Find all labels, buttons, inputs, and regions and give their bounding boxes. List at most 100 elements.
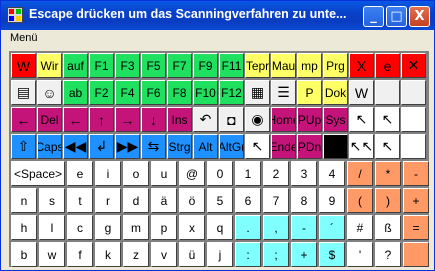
key[interactable]: Caps [37, 134, 62, 159]
key-magnifier-icon[interactable]: ◉ [245, 107, 270, 132]
key[interactable]: z [123, 242, 149, 267]
menu-item-menue[interactable]: Menü [10, 32, 38, 44]
key-cursor-icon[interactable]: ↖ [245, 134, 270, 159]
key[interactable]: PDn [297, 134, 322, 159]
key[interactable]: - [403, 161, 429, 186]
key[interactable]: n [11, 188, 37, 213]
key[interactable]: ; [263, 242, 289, 267]
key[interactable]: s [39, 188, 65, 213]
key[interactable]: 4 [319, 161, 345, 186]
key[interactable]: 5 [207, 188, 233, 213]
key[interactable]: F1 [89, 53, 114, 78]
key[interactable]: F7 [167, 53, 192, 78]
key[interactable]: Wir [37, 53, 62, 78]
key[interactable]: 0 [207, 161, 233, 186]
key[interactable]: F8 [167, 80, 192, 105]
key-undo-icon[interactable]: ↶ [193, 107, 218, 132]
key[interactable]: . [235, 215, 261, 240]
key[interactable]: v [151, 242, 177, 267]
key[interactable]: ü [179, 242, 205, 267]
key[interactable]: Del [37, 107, 62, 132]
key-blank-icon[interactable] [401, 80, 426, 105]
key-blank-icon[interactable] [401, 107, 426, 132]
key[interactable]: 6 [235, 188, 261, 213]
key[interactable]: mp [297, 53, 322, 78]
key[interactable]: F11 [219, 53, 244, 78]
key[interactable]: ä [151, 188, 177, 213]
key[interactable]: = [403, 215, 429, 240]
key[interactable]: P [297, 80, 322, 105]
key[interactable]: i [95, 161, 121, 186]
key-arrow-down-icon[interactable]: ↓ [141, 107, 166, 132]
key[interactable]: F6 [141, 80, 166, 105]
key[interactable]: ö [179, 188, 205, 213]
key[interactable]: p [151, 215, 177, 240]
key[interactable]: f [67, 242, 93, 267]
key[interactable]: $ [319, 242, 345, 267]
key[interactable]: k [95, 242, 121, 267]
key[interactable]: o [123, 161, 149, 186]
key[interactable]: j [207, 242, 233, 267]
key[interactable]: w [39, 242, 65, 267]
key-black-square-icon[interactable] [323, 134, 348, 159]
key[interactable]: x [179, 215, 205, 240]
key[interactable]: * [375, 161, 401, 186]
key[interactable]: AltGr [219, 134, 244, 159]
key[interactable]: ab [63, 80, 88, 105]
key-keyboard-icon[interactable]: ▦ [245, 80, 270, 105]
key-list-icon[interactable]: ☰ [271, 80, 296, 105]
key-cursor-icon[interactable]: ↖ [375, 107, 400, 132]
key-arrow-left-icon[interactable]: ← [11, 107, 36, 132]
key[interactable]: Prg [323, 53, 348, 78]
key-tab-icon[interactable]: ⇆ [141, 134, 166, 159]
key[interactable]: d [123, 188, 149, 213]
key[interactable]: t [67, 188, 93, 213]
key[interactable]: b [11, 242, 37, 267]
key[interactable]: l [39, 215, 65, 240]
key-blank-icon[interactable] [401, 134, 426, 159]
key[interactable]: Home [271, 107, 296, 132]
key[interactable]: Sys [323, 107, 348, 132]
key[interactable]: ) [375, 188, 401, 213]
key[interactable]: - [291, 215, 317, 240]
key[interactable]: F3 [115, 53, 140, 78]
key[interactable]: e [67, 161, 93, 186]
key[interactable]: , [263, 215, 289, 240]
key[interactable]: Ende [271, 134, 296, 159]
key[interactable]: Strg [167, 134, 192, 159]
key[interactable]: F2 [89, 80, 114, 105]
key-arrow-left-icon[interactable]: ← [63, 107, 88, 132]
key[interactable]: h [11, 215, 37, 240]
key-double-cursor-icon[interactable]: ↖↖ [349, 134, 374, 159]
key[interactable]: Dok [323, 80, 348, 105]
close-button[interactable]: X [409, 6, 430, 27]
key[interactable]: 7 [263, 188, 289, 213]
key[interactable]: ´ [319, 215, 345, 240]
key[interactable]: + [403, 188, 429, 213]
key[interactable]: Ins [167, 107, 192, 132]
key[interactable]: q [207, 215, 233, 240]
key[interactable]: Tepr [245, 53, 270, 78]
key-arrow-up-icon[interactable]: ↑ [89, 107, 114, 132]
key[interactable]: auf [63, 53, 88, 78]
key[interactable]: : [235, 242, 261, 267]
key-close-icon[interactable]: ✕ [401, 53, 426, 78]
minimize-button[interactable]: _ [363, 6, 384, 27]
key-rewind-icon[interactable]: ◀◀ [63, 134, 88, 159]
key[interactable]: + [291, 242, 317, 267]
key-blank-icon[interactable] [375, 80, 400, 105]
key-contacts-icon[interactable]: ☺ [37, 80, 62, 105]
key[interactable]: / [347, 161, 373, 186]
key-document-icon[interactable]: ▤ [11, 80, 36, 105]
key[interactable]: F4 [115, 80, 140, 105]
key[interactable]: ( [347, 188, 373, 213]
maximize-button[interactable]: □ [386, 6, 407, 27]
key-word-icon[interactable]: W [11, 53, 36, 78]
key[interactable]: 9 [319, 188, 345, 213]
key-camera-icon[interactable]: ◘ [219, 107, 244, 132]
key[interactable]: Alt [193, 134, 218, 159]
key[interactable]: PUp [297, 107, 322, 132]
key[interactable]: u [151, 161, 177, 186]
key[interactable]: 2 [263, 161, 289, 186]
key[interactable]: F12 [219, 80, 244, 105]
